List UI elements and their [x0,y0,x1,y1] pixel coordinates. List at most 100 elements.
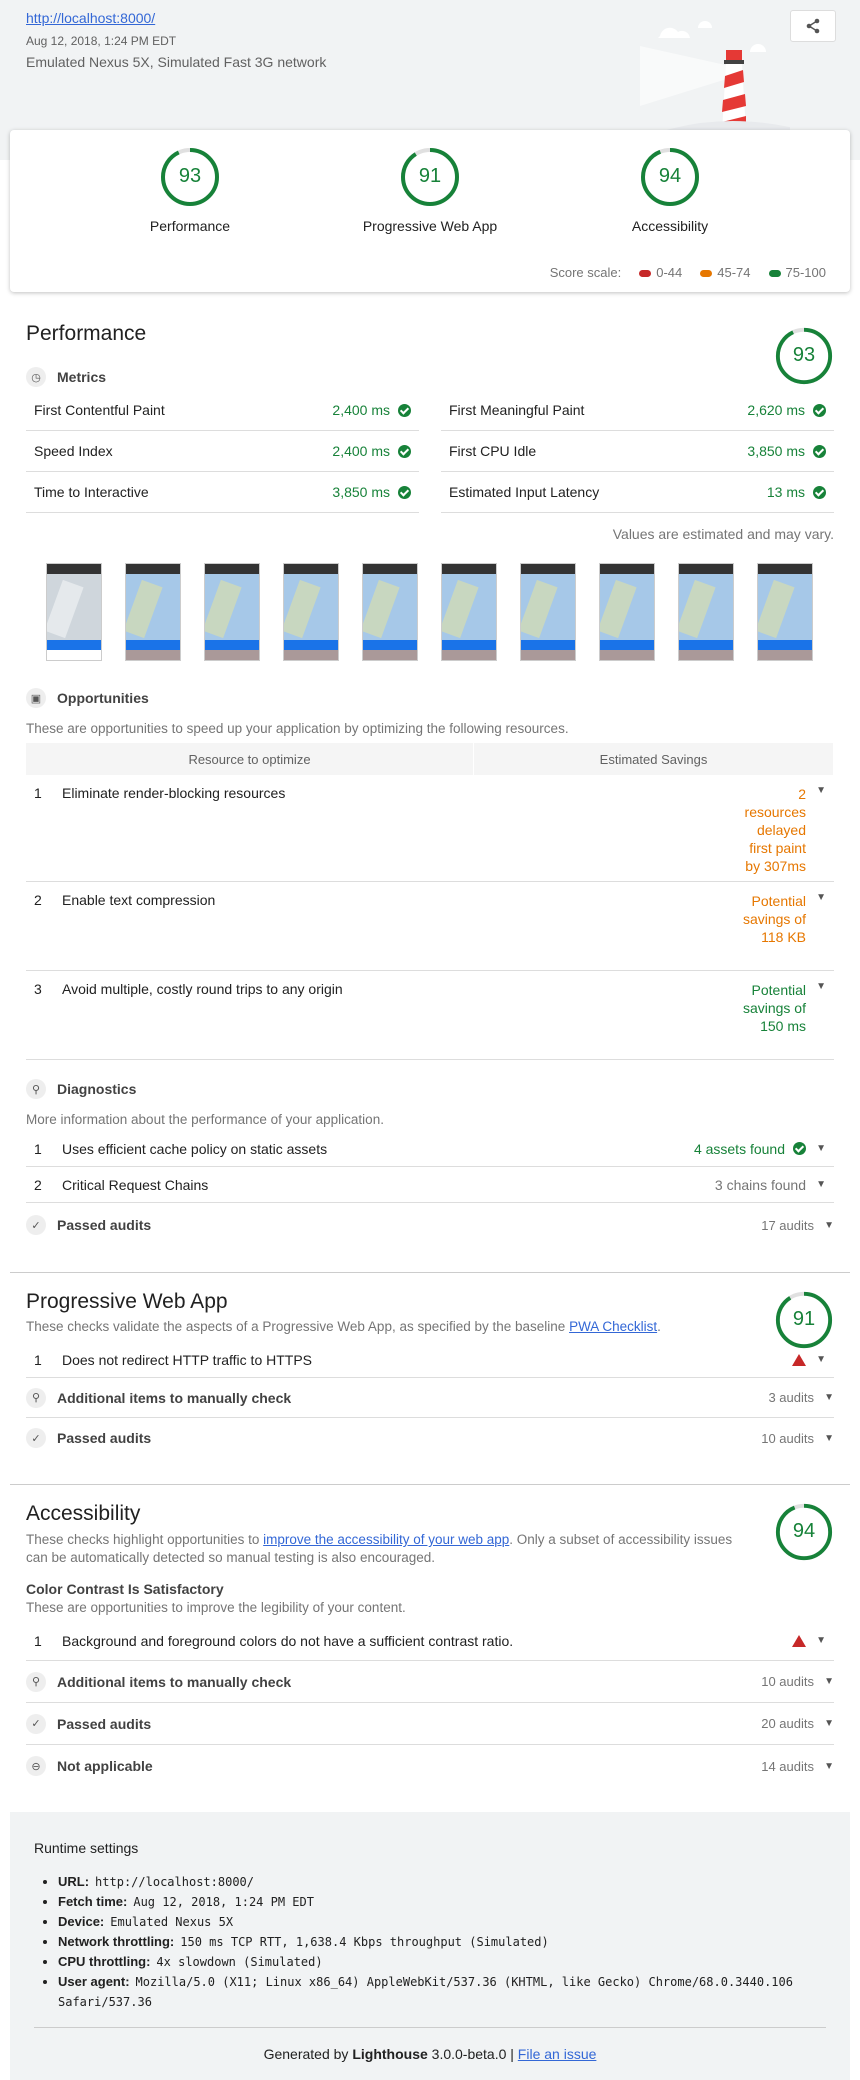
pwa-passed-audits[interactable]: ✓ Passed audits 10 audits ▼ [26,1418,834,1458]
runtime-key: Fetch time: [58,1894,128,1909]
pwa-checklist-link[interactable]: PWA Checklist [569,1319,657,1334]
opportunity-row[interactable]: 3 Avoid multiple, costly round trips to … [26,971,834,1060]
score-scale-legend: Score scale: 0-44 45-74 75-100 [550,265,826,280]
tested-url-link[interactable]: http://localhost:8000/ [26,10,155,26]
diagnostics-group: ⚲ Diagnostics More information about the … [26,1079,834,1247]
chevron-down-icon[interactable]: ▼ [814,1676,834,1687]
runtime-item: Device: Emulated Nexus 5X [58,1912,826,1932]
gauge-pwa[interactable]: 91 Progressive Web App [345,146,515,234]
a11y-guide-link[interactable]: improve the accessibility of your web ap… [263,1532,509,1547]
gauge-score: 93 [178,165,202,187]
chevron-down-icon[interactable]: ▼ [806,981,826,1049]
group-title: Opportunities [57,690,149,706]
stopwatch-icon: ◷ [26,367,46,387]
pwa-failed-audit[interactable]: 1 Does not redirect HTTP traffic to HTTP… [26,1342,834,1378]
row-title: Eliminate render-blocking resources [62,785,286,801]
row-title: Critical Request Chains [62,1176,209,1193]
gauge-score: 93 [792,344,816,366]
product-name: Lighthouse [352,2046,428,2062]
scale-pass: 75-100 [768,265,826,280]
pwa-manual-checks[interactable]: ⚲ Additional items to manually check 3 au… [26,1378,834,1418]
gauge-performance[interactable]: 93 Performance [105,146,275,234]
group-description: These are opportunities to improve the l… [26,1600,406,1615]
performance-passed-audits[interactable]: ✓ Passed audits 17 audits ▼ [26,1203,834,1247]
opportunity-icon: ▣ [26,688,46,708]
runtime-value: 4x slowdown (Simulated) [156,1955,323,1969]
row-title: Does not redirect HTTP traffic to HTTPS [62,1351,313,1368]
group-title: Diagnostics [57,1081,137,1097]
filmstrip-frame [204,563,260,661]
section-divider [10,1272,850,1273]
section-divider [10,1484,850,1485]
share-icon [806,18,820,34]
chevron-down-icon[interactable]: ▼ [814,1718,834,1729]
a11y-description: These checks highlight opportunities to … [26,1531,736,1567]
runtime-key: Device: [58,1914,105,1929]
chevron-down-icon[interactable]: ▼ [814,1761,834,1772]
runtime-value: Aug 12, 2018, 1:24 PM EDT [133,1895,314,1909]
chevron-down-icon[interactable]: ▼ [806,1354,826,1365]
a11y-passed-audits[interactable]: ✓ Passed audits 20 audits ▼ [26,1703,834,1745]
opportunity-row[interactable]: 1 Eliminate render-blocking resources 2 … [26,775,834,882]
file-issue-link[interactable]: File an issue [518,2046,597,2062]
metrics-group: ◷ Metrics [26,367,834,387]
chevron-down-icon[interactable]: ▼ [814,1433,834,1444]
chevron-down-icon[interactable]: ▼ [806,785,826,871]
a11y-failed-audit[interactable]: 1 Background and foreground colors do no… [26,1621,834,1661]
metric-value: 3,850 ms [332,484,390,500]
gauge-label: Accessibility [631,218,709,234]
search-icon: ⚲ [26,1387,46,1408]
fail-pill-icon [639,270,652,278]
scale-range: 0-44 [656,265,683,280]
search-icon: ⚲ [26,1671,46,1692]
share-button[interactable] [790,10,836,42]
scale-average: 45-74 [700,265,751,280]
opportunity-row[interactable]: 2 Enable text compression Potential savi… [26,882,834,971]
group-title: Additional items to manually check [57,1673,292,1690]
filmstrip-frame [125,563,181,661]
estimate-note-row: Values are estimated and may vary. [26,526,834,542]
runtime-value: 150 ms TCP RTT, 1,638.4 Kbps throughput … [180,1935,549,1949]
filmstrip-frame [441,563,497,661]
gauge-score: 94 [658,165,682,187]
check-icon: ✓ [26,1428,46,1448]
footer-version: 3.0.0-beta.0 | [427,2046,518,2062]
a11y-not-applicable[interactable]: ⊖ Not applicable 14 audits ▼ [26,1745,834,1787]
filmstrip-frame [362,563,418,661]
runtime-key: User agent: [58,1974,130,1989]
desc-text: These checks highlight opportunities to [26,1532,264,1547]
scale-fail: 0-44 [639,265,682,280]
chevron-down-icon[interactable]: ▼ [806,1179,826,1190]
metric-value: 2,620 ms [747,402,805,418]
filmstrip-frame [520,563,576,661]
row-number: 1 [34,1632,42,1649]
audit-count: 10 audits [761,1674,814,1689]
a11y-score-gauge: 94 [774,1502,834,1562]
row-title: Uses efficient cache policy on static as… [62,1140,328,1157]
metric-name: Estimated Input Latency [449,484,600,500]
diagnostic-row[interactable]: 2 Critical Request Chains 3 chains found… [26,1167,834,1203]
runtime-settings: Runtime settings URL: http://localhost:80… [10,1812,850,2080]
chevron-down-icon[interactable]: ▼ [814,1392,834,1403]
runtime-key: URL: [58,1874,90,1889]
gauge-label: Progressive Web App [362,218,498,234]
search-icon: ⚲ [26,1079,46,1099]
chevron-down-icon[interactable]: ▼ [806,892,826,960]
runtime-item: Fetch time: Aug 12, 2018, 1:24 PM EDT [58,1892,826,1912]
row-savings: 2 resources delayed first paint by 307ms [744,786,806,874]
row-title: Background and foreground colors do not … [62,1632,514,1649]
chevron-down-icon[interactable]: ▼ [814,1220,834,1231]
chevron-down-icon[interactable]: ▼ [806,1635,826,1646]
metric-fmp: First Meaningful Paint 2,620 ms [441,390,834,431]
row-number: 3 [34,981,42,997]
pwa-section: Progressive Web App These checks validat… [26,1290,834,1458]
estimate-note: Values are estimated and may vary. [612,526,834,542]
gauge-accessibility[interactable]: 94 Accessibility [585,146,755,234]
a11y-manual-checks[interactable]: ⚲ Additional items to manually check 10 a… [26,1661,834,1703]
chevron-down-icon[interactable]: ▼ [806,1143,826,1154]
row-number: 1 [34,1140,42,1157]
runtime-key: Network throttling: [58,1934,175,1949]
row-result: 3 chains found [714,1176,806,1193]
scale-range: 45-74 [717,265,751,280]
diagnostic-row[interactable]: 1 Uses efficient cache policy on static … [26,1131,834,1167]
